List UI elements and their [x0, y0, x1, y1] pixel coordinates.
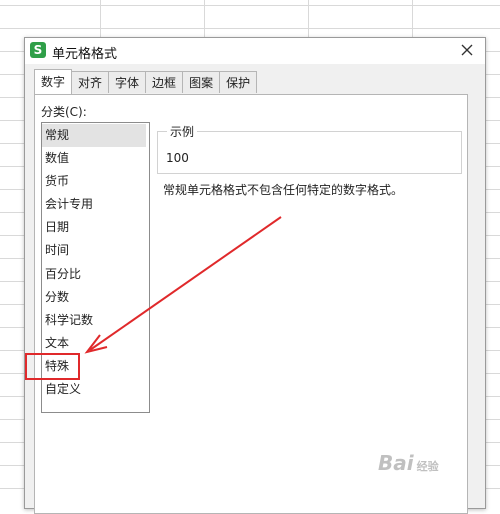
annotation-arrow: [84, 216, 282, 354]
watermark-suffix: 经验: [416, 460, 439, 473]
baidu-watermark: Bai 经验: [378, 451, 439, 475]
tab-number[interactable]: 数字: [34, 69, 73, 94]
watermark-text: Bai: [378, 451, 414, 475]
